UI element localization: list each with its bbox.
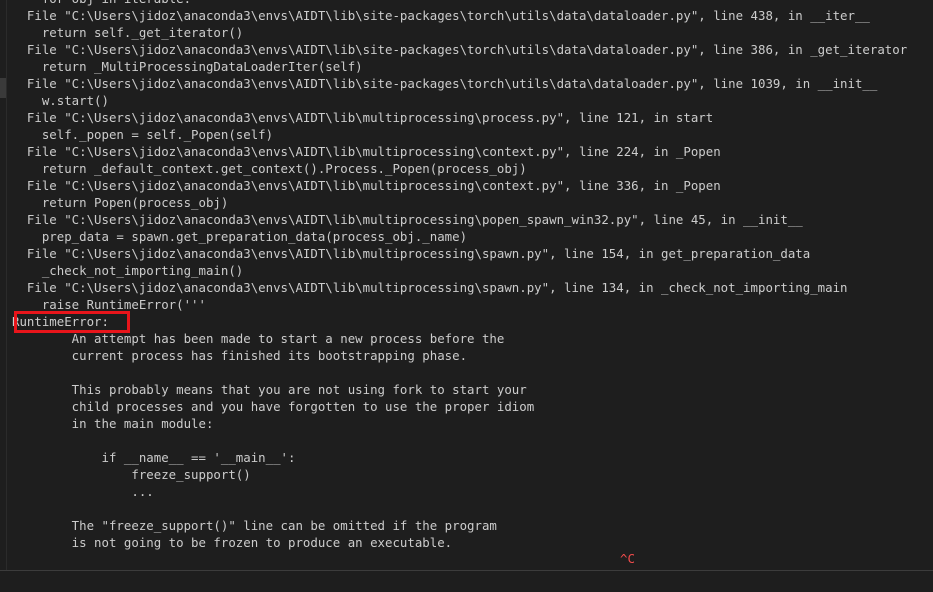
terminal-line: in the main module:: [12, 416, 214, 431]
terminal-line: File "C:\Users\jidoz\anaconda3\envs\AIDT…: [12, 42, 908, 57]
terminal-line: if __name__ == '__main__':: [12, 450, 296, 465]
terminal-line: self._popen = self._Popen(self): [12, 127, 274, 142]
terminal-output: for obj in iterable: File "C:\Users\jido…: [12, 0, 907, 551]
terminal-line: prep_data = spawn.get_preparation_data(p…: [12, 229, 468, 244]
terminal-line: _check_not_importing_main(): [12, 263, 244, 278]
terminal-line: freeze_support(): [12, 467, 251, 482]
terminal-line: File "C:\Users\jidoz\anaconda3\envs\AIDT…: [12, 280, 848, 295]
terminal-line: is not going to be frozen to produce an …: [12, 535, 453, 550]
terminal-line: return self._get_iterator(): [12, 25, 244, 40]
terminal-line: w.start(): [12, 93, 109, 108]
terminal-line: File "C:\Users\jidoz\anaconda3\envs\AIDT…: [12, 110, 714, 125]
terminal-line: File "C:\Users\jidoz\anaconda3\envs\AIDT…: [12, 76, 878, 91]
terminal-line: current process has finished its bootstr…: [12, 348, 468, 363]
terminal-panel[interactable]: for obj in iterable: File "C:\Users\jido…: [0, 0, 933, 592]
terminal-line: File "C:\Users\jidoz\anaconda3\envs\AIDT…: [12, 246, 811, 261]
terminal-left-gutter: [0, 0, 7, 570]
terminal-line: An attempt has been made to start a new …: [12, 331, 505, 346]
terminal-line: child processes and you have forgotten t…: [12, 399, 535, 414]
terminal-line: The "freeze_support()" line can be omitt…: [12, 518, 497, 533]
interrupt-indicator: ^C: [620, 551, 635, 566]
terminal-line: for obj in iterable:: [12, 0, 907, 7]
terminal-input-strip[interactable]: [0, 571, 933, 592]
gutter-marker: [0, 78, 6, 98]
terminal-line: File "C:\Users\jidoz\anaconda3\envs\AIDT…: [12, 144, 721, 159]
terminal-line: File "C:\Users\jidoz\anaconda3\envs\AIDT…: [12, 178, 721, 193]
terminal-line: return _MultiProcessingDataLoaderIter(se…: [12, 59, 363, 74]
terminal-line: return Popen(process_obj): [12, 195, 229, 210]
terminal-line: File "C:\Users\jidoz\anaconda3\envs\AIDT…: [12, 212, 803, 227]
terminal-line: return _default_context.get_context().Pr…: [12, 161, 527, 176]
terminal-line: This probably means that you are not usi…: [12, 382, 527, 397]
terminal-line: ...: [12, 484, 154, 499]
terminal-line: RuntimeError:: [12, 314, 109, 329]
terminal-line: raise RuntimeError(''': [12, 297, 206, 312]
terminal-line: File "C:\Users\jidoz\anaconda3\envs\AIDT…: [12, 8, 870, 23]
